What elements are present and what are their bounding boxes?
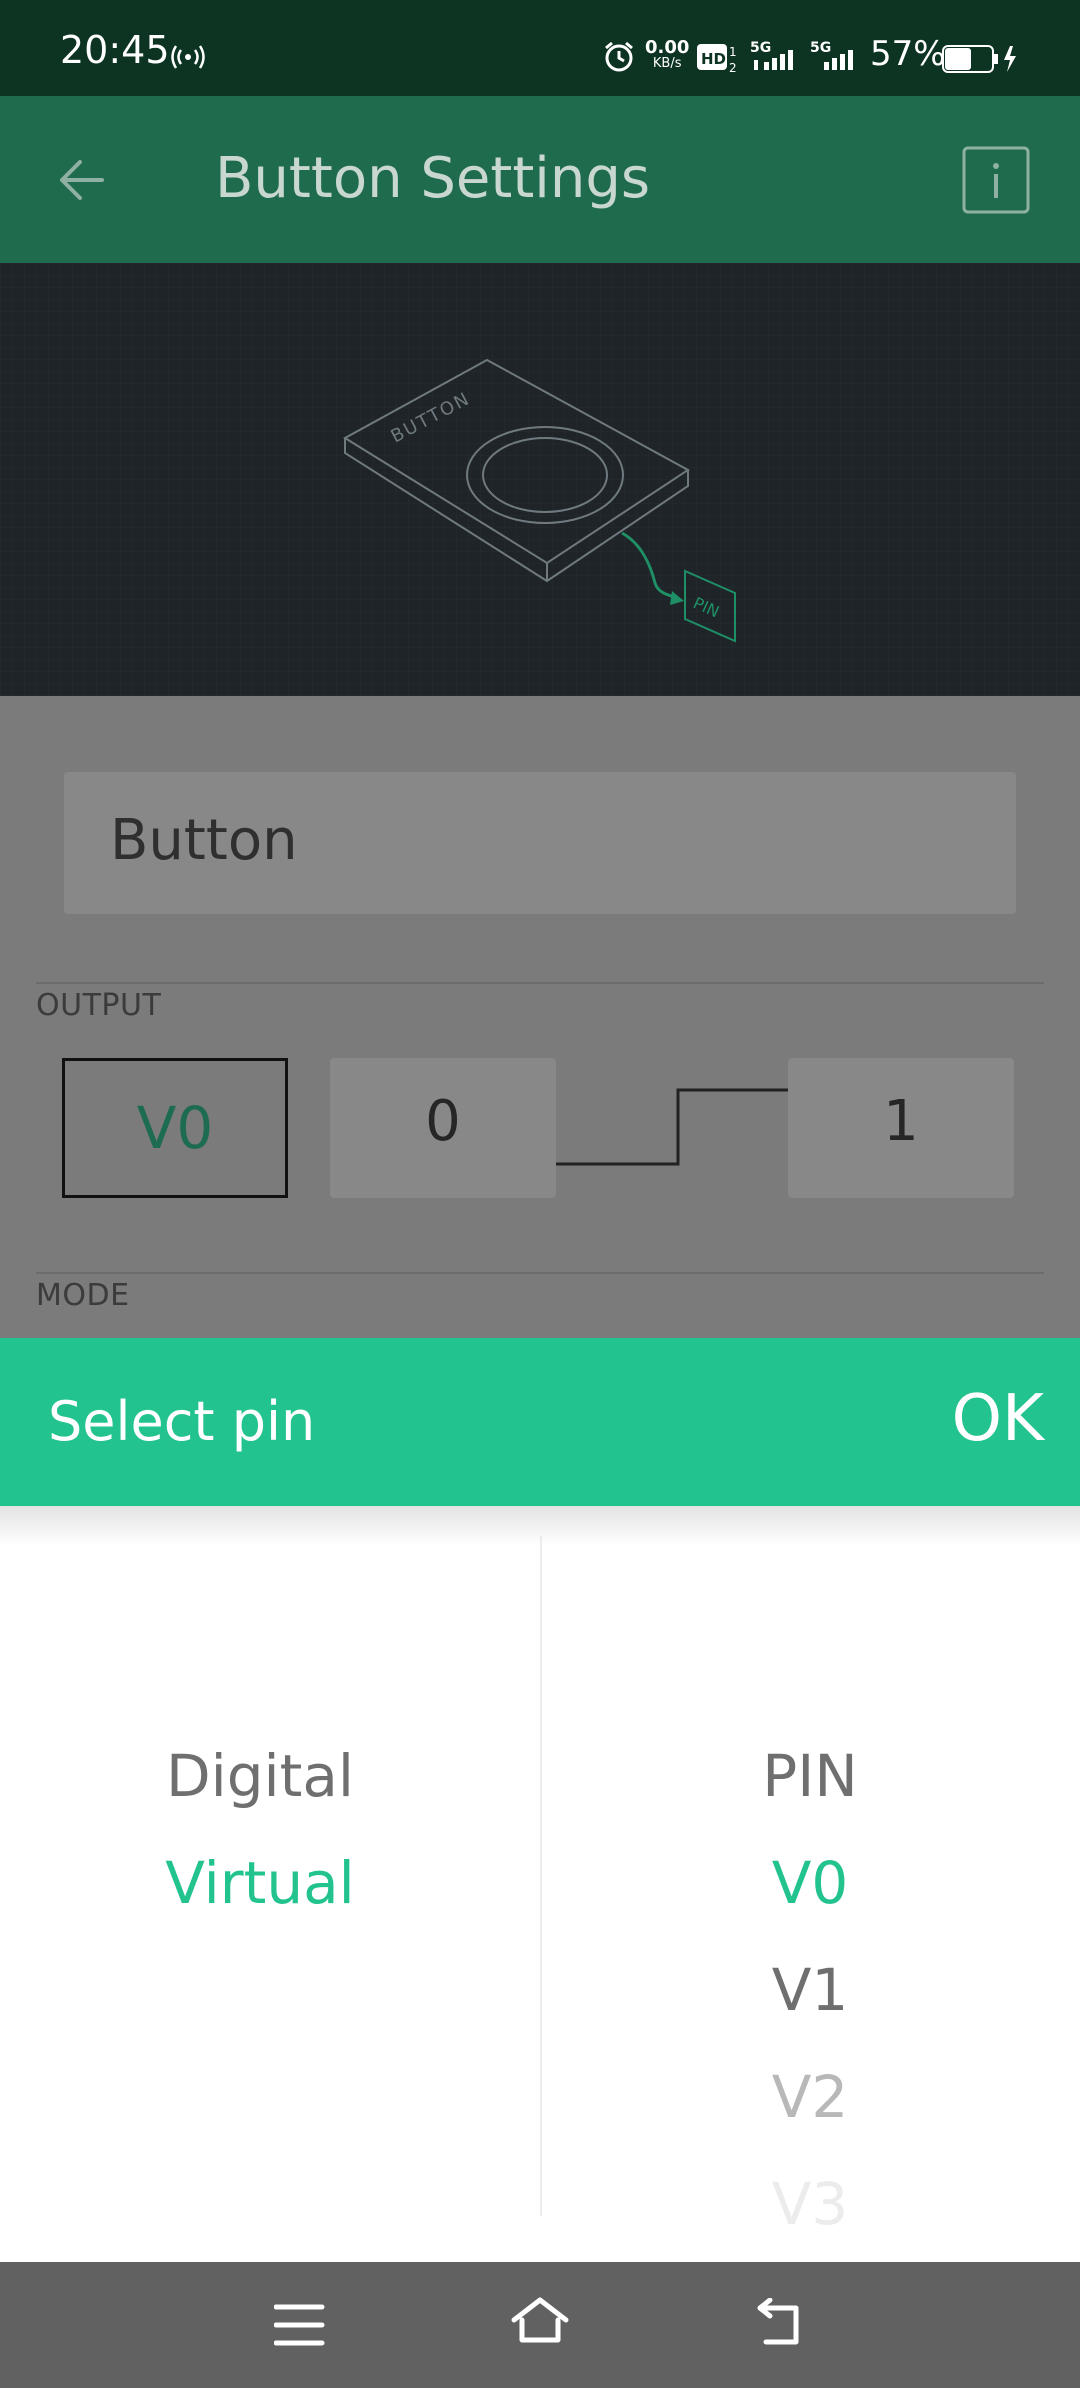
status-bar: 20:45 0.00 KB/s HD 1 2 5G 5G 57% bbox=[0, 0, 1080, 96]
back-arrow-icon[interactable] bbox=[52, 152, 112, 208]
system-nav-bar bbox=[0, 2262, 1080, 2388]
pin-type-option-virtual[interactable]: Virtual bbox=[0, 1849, 530, 1917]
alarm-icon bbox=[605, 41, 633, 72]
pin-option-v1[interactable]: V1 bbox=[540, 1956, 1080, 2024]
pin-option-v0[interactable]: V0 bbox=[540, 1849, 1080, 1917]
high-value-input[interactable]: 1 bbox=[788, 1058, 1014, 1198]
divider bbox=[36, 982, 1044, 984]
widget-name-input[interactable]: Button bbox=[64, 772, 1016, 914]
svg-text:2: 2 bbox=[729, 61, 737, 74]
home-icon[interactable] bbox=[510, 2296, 570, 2348]
signal-step-icon bbox=[556, 1088, 790, 1166]
pin-option-header[interactable]: PIN bbox=[540, 1742, 1080, 1810]
network-speed: 0.00 KB/s bbox=[645, 37, 690, 72]
app-bar: Button Settings bbox=[0, 96, 1080, 263]
low-value-input[interactable]: 0 bbox=[330, 1058, 556, 1198]
low-value: 0 bbox=[425, 1089, 461, 1154]
pin-type-picker[interactable]: Digital Virtual bbox=[0, 1506, 540, 2262]
hd-call-icon: HD 1 2 bbox=[697, 44, 737, 74]
divider bbox=[36, 1272, 1044, 1274]
high-value: 1 bbox=[883, 1089, 919, 1154]
selected-pin-label: V0 bbox=[136, 1094, 214, 1162]
button-device-illustration: BUTTON PIN bbox=[0, 263, 1080, 696]
svg-text:HD: HD bbox=[701, 50, 726, 68]
battery-percent: 57% bbox=[870, 34, 946, 74]
pin-type-option-digital[interactable]: Digital bbox=[0, 1742, 530, 1810]
signal-5g-sim1-icon: 5G bbox=[750, 40, 793, 70]
info-icon[interactable] bbox=[962, 146, 1030, 214]
network-speed-value: 0.00 bbox=[645, 37, 690, 58]
output-section-label: OUTPUT bbox=[36, 988, 162, 1023]
pin-option-v2[interactable]: V2 bbox=[540, 2063, 1080, 2131]
svg-text:1: 1 bbox=[729, 45, 737, 59]
hotspot-icon bbox=[171, 45, 205, 69]
ok-button[interactable]: OK bbox=[952, 1382, 1044, 1456]
widget-name-value: Button bbox=[110, 808, 298, 873]
status-time: 20:45 bbox=[60, 28, 170, 72]
pin-number-picker[interactable]: PIN V0 V1 V2 V3 bbox=[540, 1506, 1080, 2262]
mode-section-label: MODE bbox=[36, 1278, 130, 1313]
signal-5g-sim2-icon: 5G bbox=[810, 40, 853, 70]
settings-form: Button OUTPUT V0 0 1 MODE bbox=[0, 696, 1080, 1338]
pin-selector-button[interactable]: V0 bbox=[62, 1058, 288, 1198]
pin-option-v3[interactable]: V3 bbox=[540, 2170, 1080, 2238]
battery-charging-icon bbox=[942, 45, 1016, 73]
page-title: Button Settings bbox=[215, 146, 651, 211]
dialog-title: Select pin bbox=[48, 1390, 316, 1453]
network-speed-unit: KB/s bbox=[652, 56, 682, 71]
menu-icon[interactable] bbox=[274, 2302, 326, 2348]
widget-illustration: BUTTON PIN bbox=[0, 263, 1080, 696]
select-pin-dialog-header: Select pin OK bbox=[0, 1338, 1080, 1506]
svg-text:5G: 5G bbox=[750, 40, 771, 56]
pin-picker: Digital Virtual PIN V0 V1 V2 V3 bbox=[0, 1506, 1080, 2262]
back-nav-icon[interactable] bbox=[752, 2298, 806, 2348]
svg-text:5G: 5G bbox=[810, 40, 831, 56]
